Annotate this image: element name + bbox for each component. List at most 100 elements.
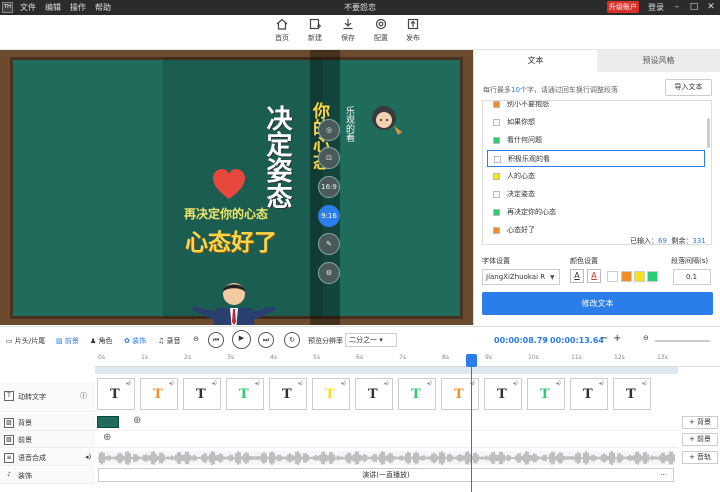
text-clip[interactable]: T ◂) xyxy=(570,378,608,410)
volume-icon[interactable]: ◂) xyxy=(212,380,217,387)
tab-preset-style[interactable]: 预设风格 xyxy=(597,50,720,72)
home-button[interactable]: 首页 xyxy=(269,18,295,43)
background-clip[interactable] xyxy=(97,416,119,428)
resolution-select[interactable]: 二分之一 ▾ xyxy=(345,333,397,347)
font-select[interactable]: JiangXiZhuokai R xyxy=(482,269,560,285)
text-line-item[interactable]: 看什何问题 xyxy=(487,132,705,149)
text-line-item[interactable]: 决定姿态 xyxy=(487,186,705,203)
swatch-orange[interactable] xyxy=(621,271,632,282)
text-line-item[interactable]: 别小不要抱怨 xyxy=(487,101,705,113)
swatch-green[interactable] xyxy=(647,271,658,282)
ruler-tick: 12s xyxy=(614,354,625,361)
intro-outro-button[interactable]: ▭ 片头/片尾 xyxy=(6,336,45,346)
text-clip[interactable]: T ◂) xyxy=(527,378,565,410)
playhead-handle[interactable] xyxy=(466,354,477,367)
role-button[interactable]: ♟ 角色 xyxy=(90,336,113,346)
text-clip[interactable]: T ◂) xyxy=(312,378,350,410)
text-clip-letter: T xyxy=(239,387,249,402)
volume-icon[interactable]: ◂) xyxy=(298,380,303,387)
font-color-button[interactable]: A xyxy=(570,269,584,283)
edit-icon[interactable]: ✎ xyxy=(318,233,340,255)
time-ruler[interactable]: 0s 1s 2s 3s 4s 5s 6s 7s 8s 9s 10s 11s 12s 13s xyxy=(95,352,720,367)
zoom-out-icon[interactable]: ⊖ xyxy=(188,332,204,348)
add-background-button[interactable]: + 背景 xyxy=(682,416,718,429)
track-foreground[interactable]: ⊕ xyxy=(95,431,678,448)
text-clip[interactable]: T ◂) xyxy=(355,378,393,410)
text-line-item[interactable]: 再决定你的心态 xyxy=(487,204,705,221)
volume-icon[interactable]: ◂) xyxy=(255,380,260,387)
gear-icon[interactable]: ⚙ xyxy=(318,262,340,284)
marker-band[interactable] xyxy=(95,367,678,374)
volume-icon[interactable]: ◂) xyxy=(341,380,346,387)
upgrade-button[interactable]: 升级账户 xyxy=(607,1,639,13)
zoom-slider[interactable] xyxy=(655,340,710,342)
volume-icon[interactable]: ◂) xyxy=(513,380,518,387)
swatch-white[interactable] xyxy=(607,271,618,282)
music-clip[interactable]: 演讲(一直播放) ··· xyxy=(98,468,674,482)
text-clip[interactable]: T ◂) xyxy=(398,378,436,410)
text-clip[interactable]: T ◂) xyxy=(441,378,479,410)
text-line-item[interactable]: 积极乐观的看 xyxy=(487,150,705,167)
prev-icon[interactable]: ⏮ xyxy=(208,332,224,348)
stroke-color-button[interactable]: A xyxy=(587,269,601,283)
new-button[interactable]: 新建 xyxy=(302,18,328,43)
scene-headline: 心态好了 xyxy=(185,230,277,256)
play-button[interactable]: ▶ xyxy=(232,330,251,349)
zoom-icon[interactable]: ⊖ xyxy=(643,334,649,342)
text-clip[interactable]: T ◂) xyxy=(226,378,264,410)
text-clip[interactable]: T ◂) xyxy=(613,378,651,410)
camera-icon[interactable]: ◎ xyxy=(318,119,340,141)
playhead-line[interactable] xyxy=(471,355,472,492)
text-line-label: 心态好了快乐 xyxy=(507,240,549,244)
next-icon[interactable]: ⏭ xyxy=(258,332,274,348)
volume-icon[interactable]: ◂) xyxy=(642,380,647,387)
ratio-9-16-button[interactable]: 9:16 xyxy=(318,205,340,227)
text-clip[interactable]: T ◂) xyxy=(183,378,221,410)
volume-icon[interactable]: ◂) xyxy=(427,380,432,387)
maximize-icon[interactable]: □ xyxy=(688,1,700,13)
settings-button[interactable]: 配置 xyxy=(368,18,394,43)
ratio-16-9-button[interactable]: 16:9 xyxy=(318,176,340,198)
plus-icon[interactable]: + xyxy=(613,333,621,344)
record-button[interactable]: ♫ 录音 xyxy=(158,336,181,346)
minimize-icon[interactable]: – xyxy=(671,1,683,13)
track-label-text: T 动转文字 ⓘ xyxy=(0,382,95,412)
scene-vertical-text-3: 乐观的看 xyxy=(344,106,354,142)
text-clip[interactable]: T ◂) xyxy=(269,378,307,410)
minus-icon[interactable]: − xyxy=(600,333,608,344)
swatch-yellow[interactable] xyxy=(634,271,645,282)
text-line-item[interactable]: 如果你想 xyxy=(487,114,705,131)
text-line-list[interactable]: 别小不要抱怨 如果你想 看什何问题 积极乐观的看 人的心态 决定姿态 再决定你的心态心态好了… xyxy=(482,100,712,245)
track-background[interactable]: ⊕ xyxy=(95,414,678,431)
line-limit-hint: 每行最多10个字，请通过回车换行调整段落 xyxy=(483,86,618,94)
add-background-icon[interactable]: ⊕ xyxy=(133,415,141,426)
add-foreground-icon[interactable]: ⊕ xyxy=(103,432,111,443)
volume-icon[interactable]: ◂) xyxy=(599,380,604,387)
preview-canvas[interactable]: 再决定你的心态 心态好了 决定姿态 你的心态 乐观的看 ◎ ⊡ 16:9 9:1… xyxy=(0,50,473,325)
voice-waveform[interactable] xyxy=(98,451,675,465)
volume-icon[interactable]: ◂) xyxy=(126,380,131,387)
save-button[interactable]: 保存 xyxy=(335,18,361,43)
foreground-button[interactable]: ▨ 前景 xyxy=(56,336,79,346)
lock-icon[interactable]: ⊡ xyxy=(318,147,340,169)
modify-text-button[interactable]: 修改文本 xyxy=(482,292,713,315)
volume-icon[interactable]: ◂) xyxy=(556,380,561,387)
add-foreground-button[interactable]: + 前景 xyxy=(682,433,718,446)
char-count: 已输入：69 剩余：331 xyxy=(630,237,706,245)
list-scrollbar[interactable] xyxy=(707,118,710,148)
text-clip[interactable]: T ◂) xyxy=(140,378,178,410)
close-icon[interactable]: ✕ xyxy=(705,1,717,13)
text-clip[interactable]: T ◂) xyxy=(484,378,522,410)
text-line-item[interactable]: 人的心态 xyxy=(487,168,705,185)
import-text-button[interactable]: 导入文本 xyxy=(665,79,712,96)
add-track-button[interactable]: + 音轨 xyxy=(682,451,718,464)
text-clip[interactable]: T ◂) xyxy=(97,378,135,410)
volume-icon[interactable]: ◂) xyxy=(169,380,174,387)
spacing-stepper[interactable]: 0.1 xyxy=(673,269,711,285)
publish-button[interactable]: 发布 xyxy=(400,18,426,43)
login-link[interactable]: 登录 xyxy=(648,2,664,13)
volume-icon[interactable]: ◂) xyxy=(384,380,389,387)
decoration-button[interactable]: ✿ 装饰 xyxy=(124,336,146,346)
tab-text[interactable]: 文本 xyxy=(474,50,597,72)
loop-icon[interactable]: ↻ xyxy=(284,332,300,348)
